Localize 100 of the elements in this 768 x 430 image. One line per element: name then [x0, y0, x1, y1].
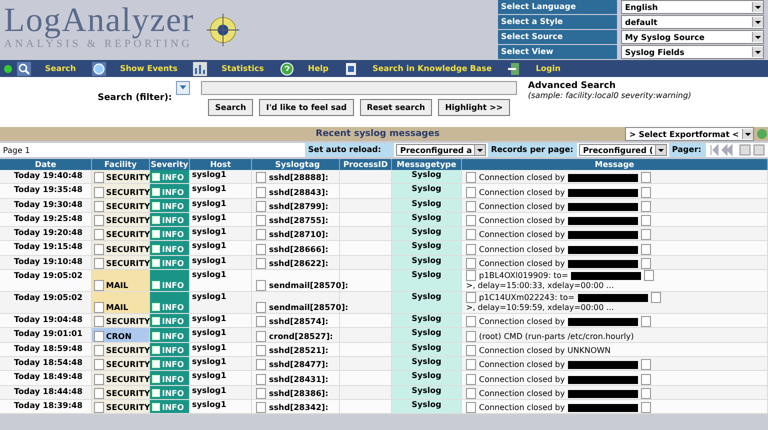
- page-icon[interactable]: [256, 200, 266, 212]
- globe-icon[interactable]: [92, 62, 106, 76]
- page-icon[interactable]: [94, 229, 104, 240]
- page-icon[interactable]: [94, 215, 104, 226]
- page-icon[interactable]: [466, 215, 476, 226]
- page-icon[interactable]: [256, 316, 266, 328]
- page-icon[interactable]: [466, 374, 476, 385]
- page-icon[interactable]: [94, 280, 104, 292]
- page-icon[interactable]: [256, 402, 266, 414]
- setting-select[interactable]: Syslog Fields: [621, 45, 764, 59]
- chart-icon[interactable]: [193, 62, 208, 76]
- export-select[interactable]: > Select Exportformat <: [625, 127, 754, 141]
- dropdown-button[interactable]: [176, 81, 190, 95]
- dropdown-arrow-icon[interactable]: [742, 129, 753, 139]
- door-icon[interactable]: [508, 62, 522, 76]
- page-icon[interactable]: [256, 172, 266, 184]
- search-button[interactable]: Highlight >>: [438, 99, 510, 116]
- dropdown-arrow-icon[interactable]: [474, 145, 485, 155]
- search-field[interactable]: [201, 81, 517, 95]
- page-icon[interactable]: [466, 359, 476, 370]
- page-icon[interactable]: [94, 302, 104, 314]
- page-icon[interactable]: [256, 330, 266, 342]
- nav-link[interactable]: Search in Knowledge Base: [372, 64, 492, 73]
- page-icon[interactable]: [466, 258, 476, 270]
- page-icon[interactable]: [256, 359, 266, 370]
- search-button[interactable]: Reset search: [360, 99, 432, 116]
- page-icon[interactable]: [94, 244, 104, 255]
- records-select[interactable]: Preconfigured (: [578, 144, 667, 156]
- setting-select[interactable]: My Syslog Source: [621, 30, 764, 44]
- messagetype-cell: Syslog: [412, 184, 442, 194]
- page-icon[interactable]: [640, 244, 651, 255]
- severity-cell: INFO: [150, 270, 190, 292]
- page-icon[interactable]: [256, 344, 266, 356]
- page-icon[interactable]: [94, 344, 104, 356]
- book-icon[interactable]: [344, 62, 358, 76]
- page-icon[interactable]: [466, 244, 476, 255]
- page-icon[interactable]: [466, 402, 476, 414]
- nav-link[interactable]: Login: [536, 64, 561, 73]
- page-icon[interactable]: [640, 374, 651, 385]
- page-icon[interactable]: [466, 388, 476, 399]
- page-icon[interactable]: [94, 402, 104, 414]
- page-icon[interactable]: [650, 292, 661, 304]
- page-icon[interactable]: [466, 229, 476, 240]
- page-icon[interactable]: [640, 316, 651, 328]
- search-button[interactable]: I'd like to feel sad: [259, 99, 354, 116]
- search-button[interactable]: Search: [208, 99, 254, 116]
- help-icon[interactable]: [280, 62, 294, 76]
- page-icon[interactable]: [466, 200, 476, 212]
- page-icon[interactable]: [466, 172, 476, 184]
- page-icon[interactable]: [640, 186, 651, 198]
- syslogtag-cell: sshd[28386]:: [269, 388, 328, 399]
- dropdown-arrow-icon[interactable]: [752, 17, 763, 27]
- page-icon[interactable]: [94, 186, 104, 198]
- page-icon[interactable]: [640, 402, 651, 414]
- page-icon[interactable]: [94, 330, 104, 342]
- dropdown-arrow-icon[interactable]: [752, 2, 763, 12]
- page-icon[interactable]: [466, 186, 476, 198]
- page-icon[interactable]: [94, 172, 104, 184]
- setting-select[interactable]: default: [621, 15, 764, 29]
- dropdown-arrow-icon[interactable]: [752, 32, 763, 42]
- page-icon[interactable]: [94, 388, 104, 399]
- search-icon[interactable]: [17, 62, 31, 76]
- page-icon[interactable]: [94, 359, 104, 370]
- page-icon[interactable]: [256, 186, 266, 198]
- pager-buttons-drawing[interactable]: [710, 144, 766, 156]
- page-icon[interactable]: [94, 374, 104, 385]
- host-cell-text: syslog1: [191, 198, 226, 209]
- reload-select[interactable]: Preconfigured a: [396, 144, 486, 156]
- nav-link[interactable]: Statistics: [221, 64, 264, 73]
- page-icon[interactable]: [94, 200, 104, 212]
- page-icon[interactable]: [640, 172, 651, 184]
- page-icon[interactable]: [466, 316, 476, 328]
- page-icon[interactable]: [466, 292, 476, 304]
- page-icon[interactable]: [640, 229, 651, 240]
- page-icon[interactable]: [640, 388, 651, 399]
- dropdown-arrow-icon[interactable]: [752, 47, 763, 57]
- page-icon[interactable]: [640, 200, 651, 212]
- page-icon[interactable]: [94, 316, 104, 328]
- page-icon[interactable]: [256, 244, 266, 255]
- nav-link[interactable]: Search: [45, 64, 76, 73]
- page-icon[interactable]: [256, 229, 266, 240]
- page-icon[interactable]: [256, 388, 266, 399]
- page-icon[interactable]: [644, 270, 654, 282]
- page-icon[interactable]: [466, 330, 476, 342]
- page-icon[interactable]: [256, 215, 266, 226]
- page-icon[interactable]: [256, 280, 266, 292]
- nav-link[interactable]: Show Events: [120, 64, 178, 73]
- page-icon[interactable]: [256, 374, 266, 385]
- page-icon[interactable]: [466, 270, 476, 282]
- setting-select[interactable]: English: [621, 0, 764, 14]
- advanced-search-link[interactable]: Advanced Search: [528, 81, 692, 91]
- page-icon[interactable]: [256, 258, 266, 270]
- page-icon[interactable]: [640, 258, 651, 270]
- page-icon[interactable]: [640, 215, 651, 226]
- page-icon[interactable]: [466, 344, 476, 356]
- page-icon[interactable]: [640, 359, 651, 370]
- page-icon[interactable]: [256, 302, 266, 314]
- nav-link[interactable]: Help: [308, 64, 328, 73]
- dropdown-arrow-icon[interactable]: [655, 145, 666, 155]
- page-icon[interactable]: [94, 258, 104, 270]
